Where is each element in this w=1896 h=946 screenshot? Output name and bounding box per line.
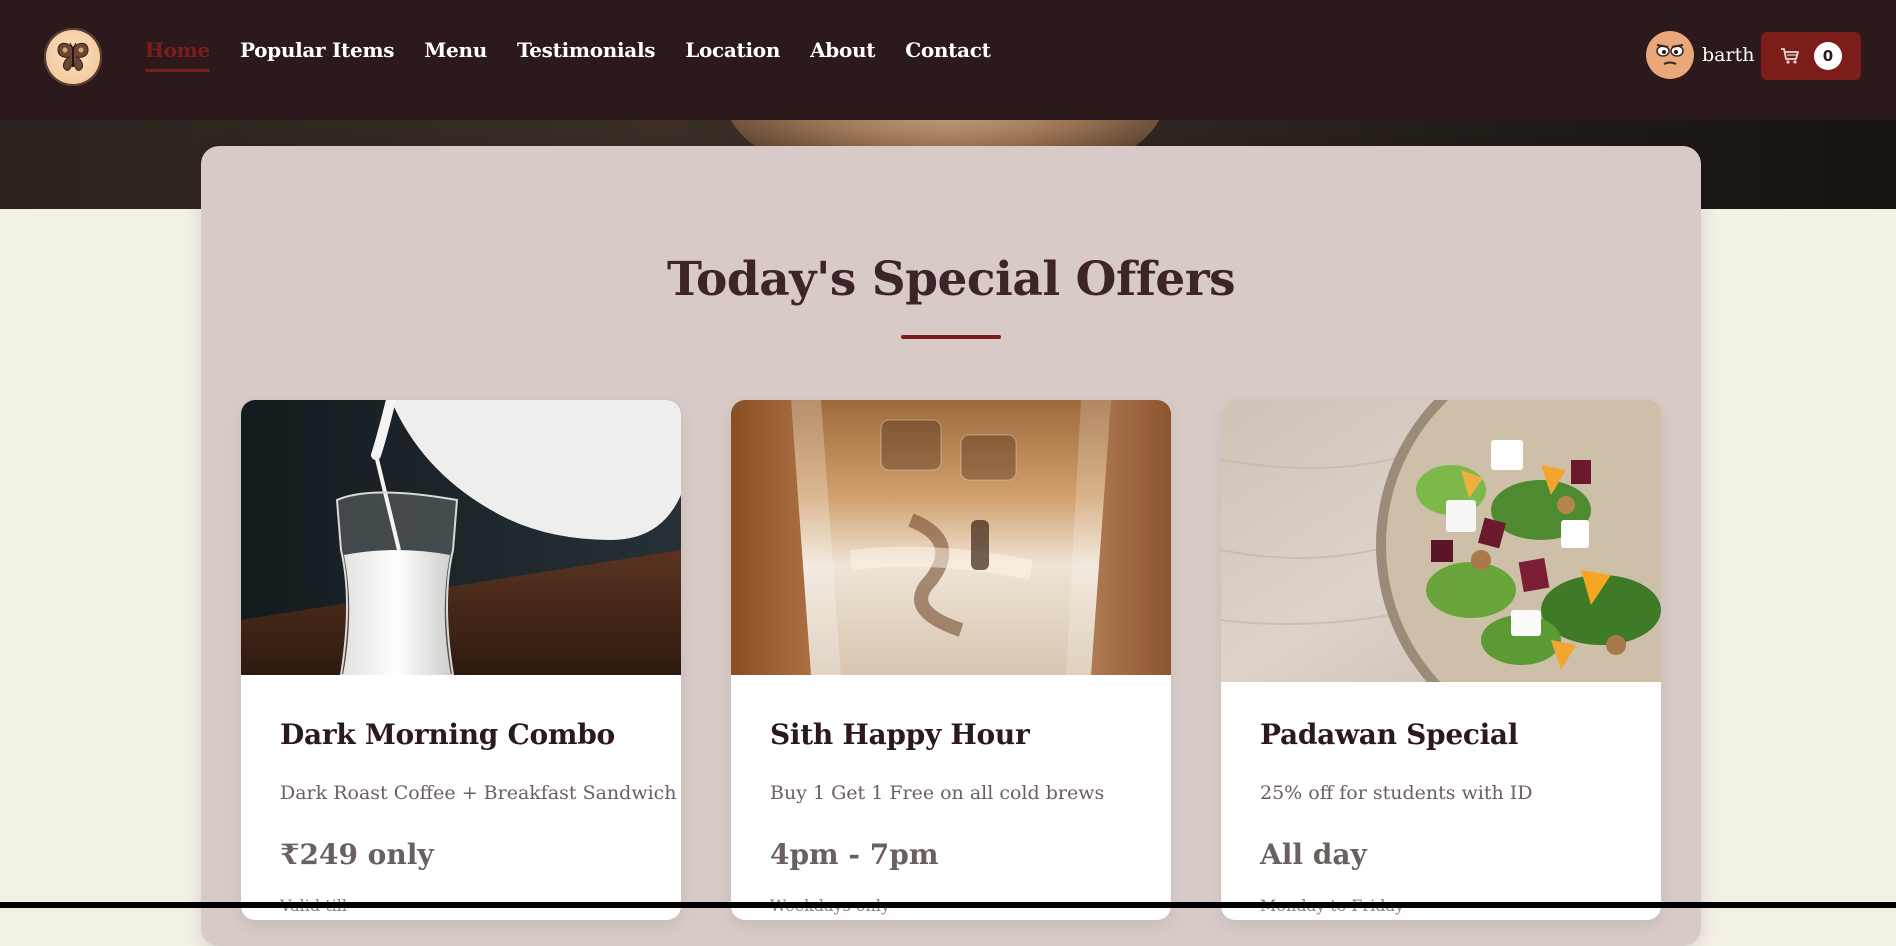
card-title: Padawan Special <box>1260 718 1519 751</box>
offer-card-sith-happy-hour[interactable]: Sith Happy Hour Buy 1 Get 1 Free on all … <box>731 400 1171 920</box>
nav-link-location[interactable]: Location <box>685 38 780 72</box>
card-title: Sith Happy Hour <box>770 718 1030 751</box>
logo[interactable] <box>44 28 102 86</box>
cart-count-badge: 0 <box>1814 42 1842 70</box>
navbar: Home Popular Items Menu Testimonials Loc… <box>0 0 1896 120</box>
milk-pouring-photo <box>241 400 681 675</box>
window-bottom-edge <box>0 902 1896 908</box>
card-price: All day <box>1260 838 1367 871</box>
nav-link-contact[interactable]: Contact <box>905 38 991 72</box>
nav-link-popular-items[interactable]: Popular Items <box>240 38 395 72</box>
nav-link-testimonials[interactable]: Testimonials <box>517 38 656 72</box>
cart-button[interactable]: 0 <box>1761 32 1861 80</box>
cart-icon <box>1781 48 1799 64</box>
card-price: 4pm - 7pm <box>770 838 939 871</box>
nav-link-about[interactable]: About <box>810 38 875 72</box>
offer-card-padawan-special[interactable]: Padawan Special 25% off for students wit… <box>1221 400 1661 920</box>
card-description: Buy 1 Get 1 Free on all cold brews <box>770 782 1105 804</box>
avatar[interactable] <box>1646 31 1694 79</box>
special-offers-section: Today's Special Offers Dark Morning Comb… <box>201 146 1701 946</box>
nav-link-menu[interactable]: Menu <box>424 38 487 72</box>
main-nav: Home Popular Items Menu Testimonials Loc… <box>145 38 991 72</box>
cartoon-face-avatar-icon <box>1646 31 1694 79</box>
section-title: Today's Special Offers <box>666 252 1236 307</box>
title-underline <box>901 335 1001 339</box>
iced-coffee-photo <box>731 400 1171 675</box>
offer-card-dark-morning-combo[interactable]: Dark Morning Combo Dark Roast Coffee + B… <box>241 400 681 920</box>
card-price: ₹249 only <box>280 838 434 871</box>
nav-link-home[interactable]: Home <box>145 38 210 72</box>
card-description: Dark Roast Coffee + Breakfast Sandwich <box>280 782 677 804</box>
card-title: Dark Morning Combo <box>280 718 615 751</box>
salad-bowl-photo <box>1221 400 1661 682</box>
butterfly-icon <box>57 42 89 71</box>
card-description: 25% off for students with ID <box>1260 782 1533 804</box>
user-profile[interactable]: barth <box>1646 31 1754 79</box>
username: barth <box>1702 44 1755 66</box>
